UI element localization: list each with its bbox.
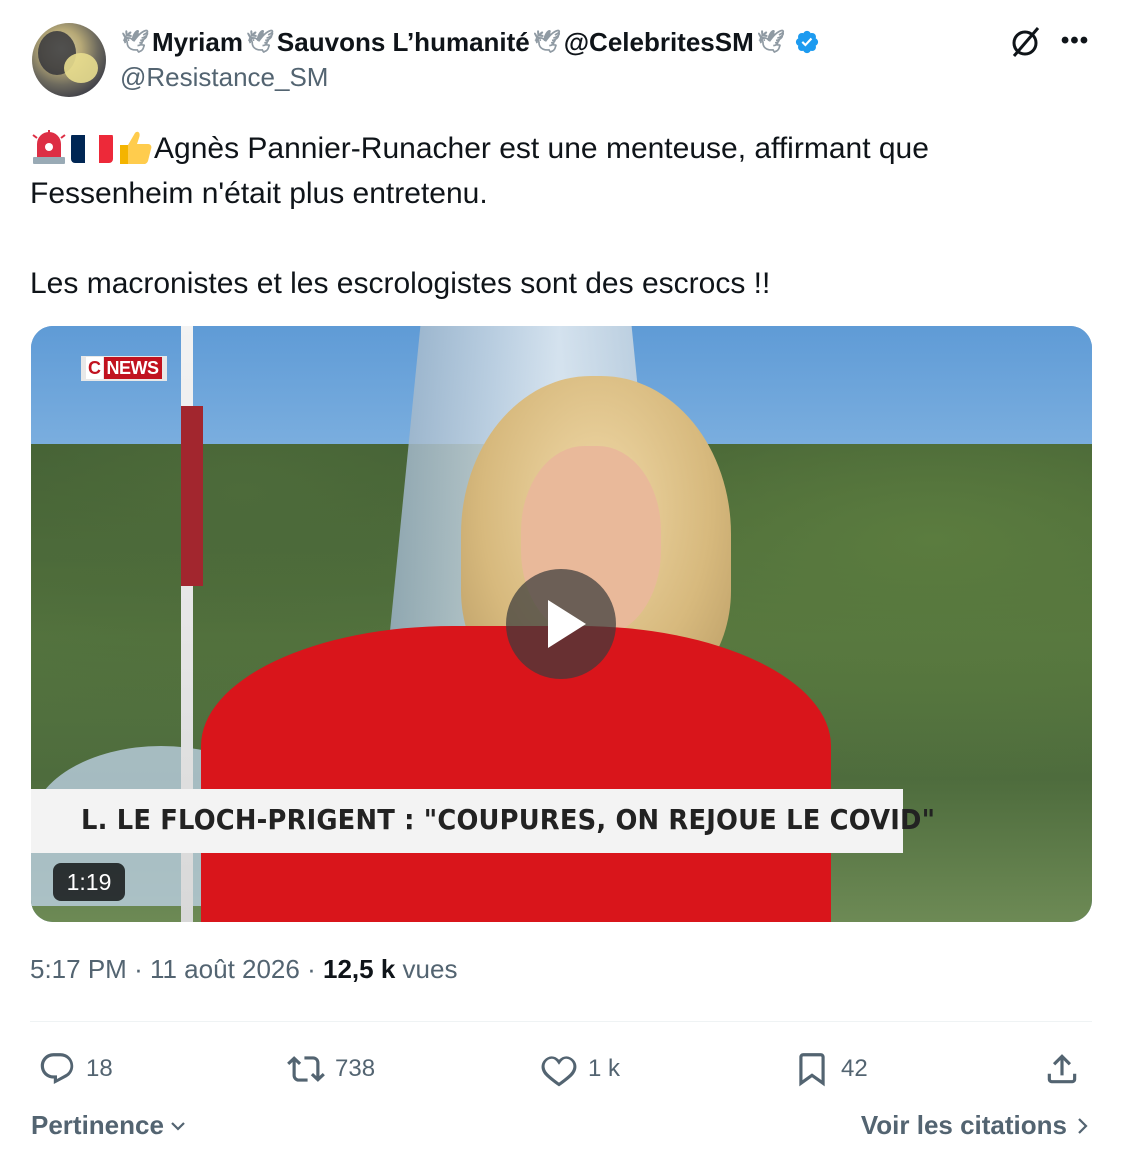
- tweet-line-1: Agnès Pannier-Runacher est une menteuse,…: [154, 132, 929, 165]
- dove-icon: 🕊: [245, 29, 274, 54]
- dove-icon: 🕊: [121, 29, 149, 54]
- repost-icon: [287, 1056, 325, 1082]
- video-caption-banner: L. LE FLOCH-PRIGENT : "COUPURES, ON REJO…: [31, 789, 935, 853]
- bookmark-icon: [799, 1053, 825, 1087]
- bookmark-count: 42: [841, 1055, 868, 1082]
- grok-icon[interactable]: [1005, 22, 1045, 62]
- video-player[interactable]: C NEWS L. LE FLOCH-PRIGENT : "COUPURES, O…: [31, 326, 1092, 922]
- chevron-right-icon: [1078, 1117, 1088, 1134]
- like-count: 1 k: [588, 1055, 621, 1082]
- france-flag-icon: [71, 133, 113, 163]
- reply-button[interactable]: 18: [38, 1044, 113, 1094]
- share-button[interactable]: [1043, 1044, 1081, 1094]
- display-name-part-2: Sauvons L’humanité: [276, 26, 530, 57]
- display-name-part-1: Myriam: [151, 26, 243, 57]
- views-label: vues: [402, 954, 458, 984]
- avatar[interactable]: [32, 23, 106, 97]
- reply-count: 18: [86, 1055, 113, 1082]
- view-quotes-link[interactable]: Voir les citations: [861, 1110, 1091, 1141]
- tweet-date[interactable]: 11 août 2026: [150, 954, 300, 984]
- action-bar: 18 738 1 k 42: [30, 1044, 1092, 1094]
- tweet-text: Agnès Pannier-Runacher est une menteuse,…: [30, 126, 1080, 306]
- play-button-icon[interactable]: [506, 569, 616, 679]
- repost-button[interactable]: 738: [287, 1044, 375, 1094]
- tweet-line-3: Les macronistes et les escrologistes son…: [30, 267, 771, 300]
- video-pole-flag: [181, 406, 203, 586]
- rotating-light-emoji-icon: [32, 130, 66, 164]
- dove-icon: 🕊: [756, 29, 785, 54]
- tweet-time[interactable]: 5:17 PM: [30, 954, 127, 984]
- tweet-meta: 5:17 PM · 11 août 2026 · 12,5 k vues: [30, 954, 457, 985]
- sort-dropdown[interactable]: Pertinence: [31, 1110, 188, 1141]
- like-button[interactable]: 1 k: [540, 1044, 620, 1094]
- display-name-part-3: @CelebritesSM: [563, 26, 754, 57]
- repost-count: 738: [335, 1055, 376, 1082]
- chevron-down-icon: [171, 1121, 185, 1131]
- meta-separator: ·: [307, 954, 316, 984]
- avatar-face: [64, 53, 98, 83]
- view-quotes-label: Voir les citations: [860, 1110, 1067, 1140]
- video-duration: 1:19: [53, 863, 125, 901]
- reply-icon: [40, 1053, 74, 1085]
- views-count: 12,5 k: [323, 954, 396, 984]
- video-person-body: [201, 626, 831, 922]
- author-handle[interactable]: @Resistance_SM: [120, 62, 328, 93]
- tweet-line-2: Fessenheim n'était plus entretenu.: [30, 177, 488, 210]
- heart-icon: [541, 1056, 577, 1087]
- display-name[interactable]: 🕊 Myriam 🕊 Sauvons L’humanité 🕊 @Celebri…: [120, 24, 820, 60]
- channel-logo: C NEWS: [81, 356, 167, 381]
- divider: [30, 1021, 1092, 1022]
- meta-separator: ·: [134, 954, 143, 984]
- more-options-icon[interactable]: •••: [1058, 26, 1092, 56]
- video-caption-text: L. LE FLOCH-PRIGENT : "COUPURES, ON REJO…: [81, 803, 936, 836]
- thumbs-up-emoji-icon: [120, 131, 152, 164]
- sort-label: Pertinence: [31, 1110, 164, 1140]
- bookmark-button[interactable]: 42: [793, 1044, 868, 1094]
- share-icon: [1047, 1054, 1077, 1084]
- dove-icon: 🕊: [532, 29, 561, 54]
- verified-badge-icon: [795, 30, 818, 54]
